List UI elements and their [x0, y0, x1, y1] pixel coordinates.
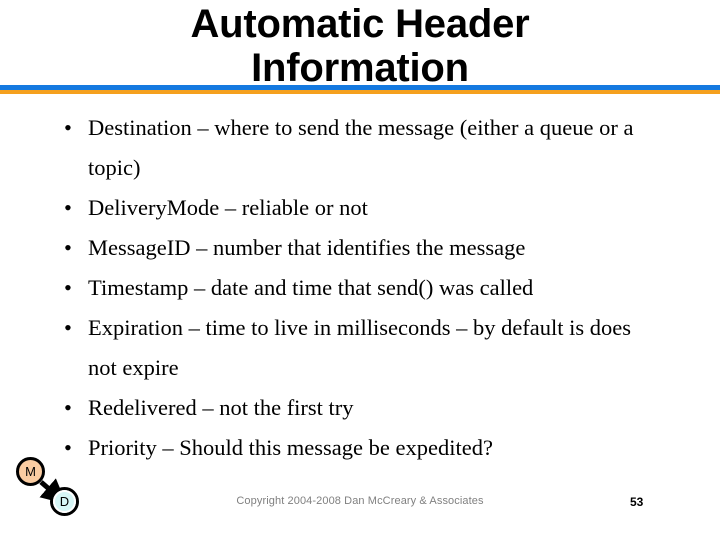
list-item-label: Expiration – time to live in millisecond…: [88, 315, 632, 380]
list-item-label: Timestamp – date and time that send() wa…: [88, 275, 534, 300]
list-item-label: MessageID – number that identifies the m…: [88, 235, 526, 260]
bullet-marker-icon: •: [64, 275, 72, 300]
slide-canvas: Automatic Header Information • Destinati…: [0, 0, 720, 540]
list-item: • Timestamp – date and time that send() …: [56, 268, 660, 308]
logo: M D: [14, 455, 94, 535]
bullet-marker-icon: •: [64, 395, 72, 420]
logo-node-destination: D: [50, 487, 79, 516]
list-item-label: DeliveryMode – reliable or not: [88, 195, 368, 220]
divider-orange: [0, 90, 720, 94]
page-number: 53: [630, 495, 644, 509]
bullet-marker-icon: •: [64, 315, 72, 340]
bullet-marker-icon: •: [64, 235, 72, 260]
bullet-marker-icon: •: [64, 115, 72, 140]
bullet-list: • Destination – where to send the messag…: [56, 108, 660, 468]
list-item-label: Destination – where to send the message …: [88, 115, 634, 180]
copyright-notice: Copyright 2004-2008 Dan McCreary & Assoc…: [236, 495, 484, 507]
logo-node-message: M: [16, 457, 45, 486]
list-item: • MessageID – number that identifies the…: [56, 228, 660, 268]
slide-title-block: Automatic Header Information: [0, 2, 720, 90]
list-item: • Destination – where to send the messag…: [56, 108, 660, 188]
list-item-label: Redelivered – not the first try: [88, 395, 354, 420]
list-item: • DeliveryMode – reliable or not: [56, 188, 660, 228]
bullet-marker-icon: •: [64, 195, 72, 220]
list-item: • Redelivered – not the first try: [56, 388, 660, 428]
list-item: • Expiration – time to live in milliseco…: [56, 308, 660, 388]
list-item-label: Priority – Should this message be expedi…: [88, 435, 493, 460]
page-title: Automatic Header Information: [190, 2, 530, 90]
list-item: • Priority – Should this message be expe…: [56, 428, 660, 468]
